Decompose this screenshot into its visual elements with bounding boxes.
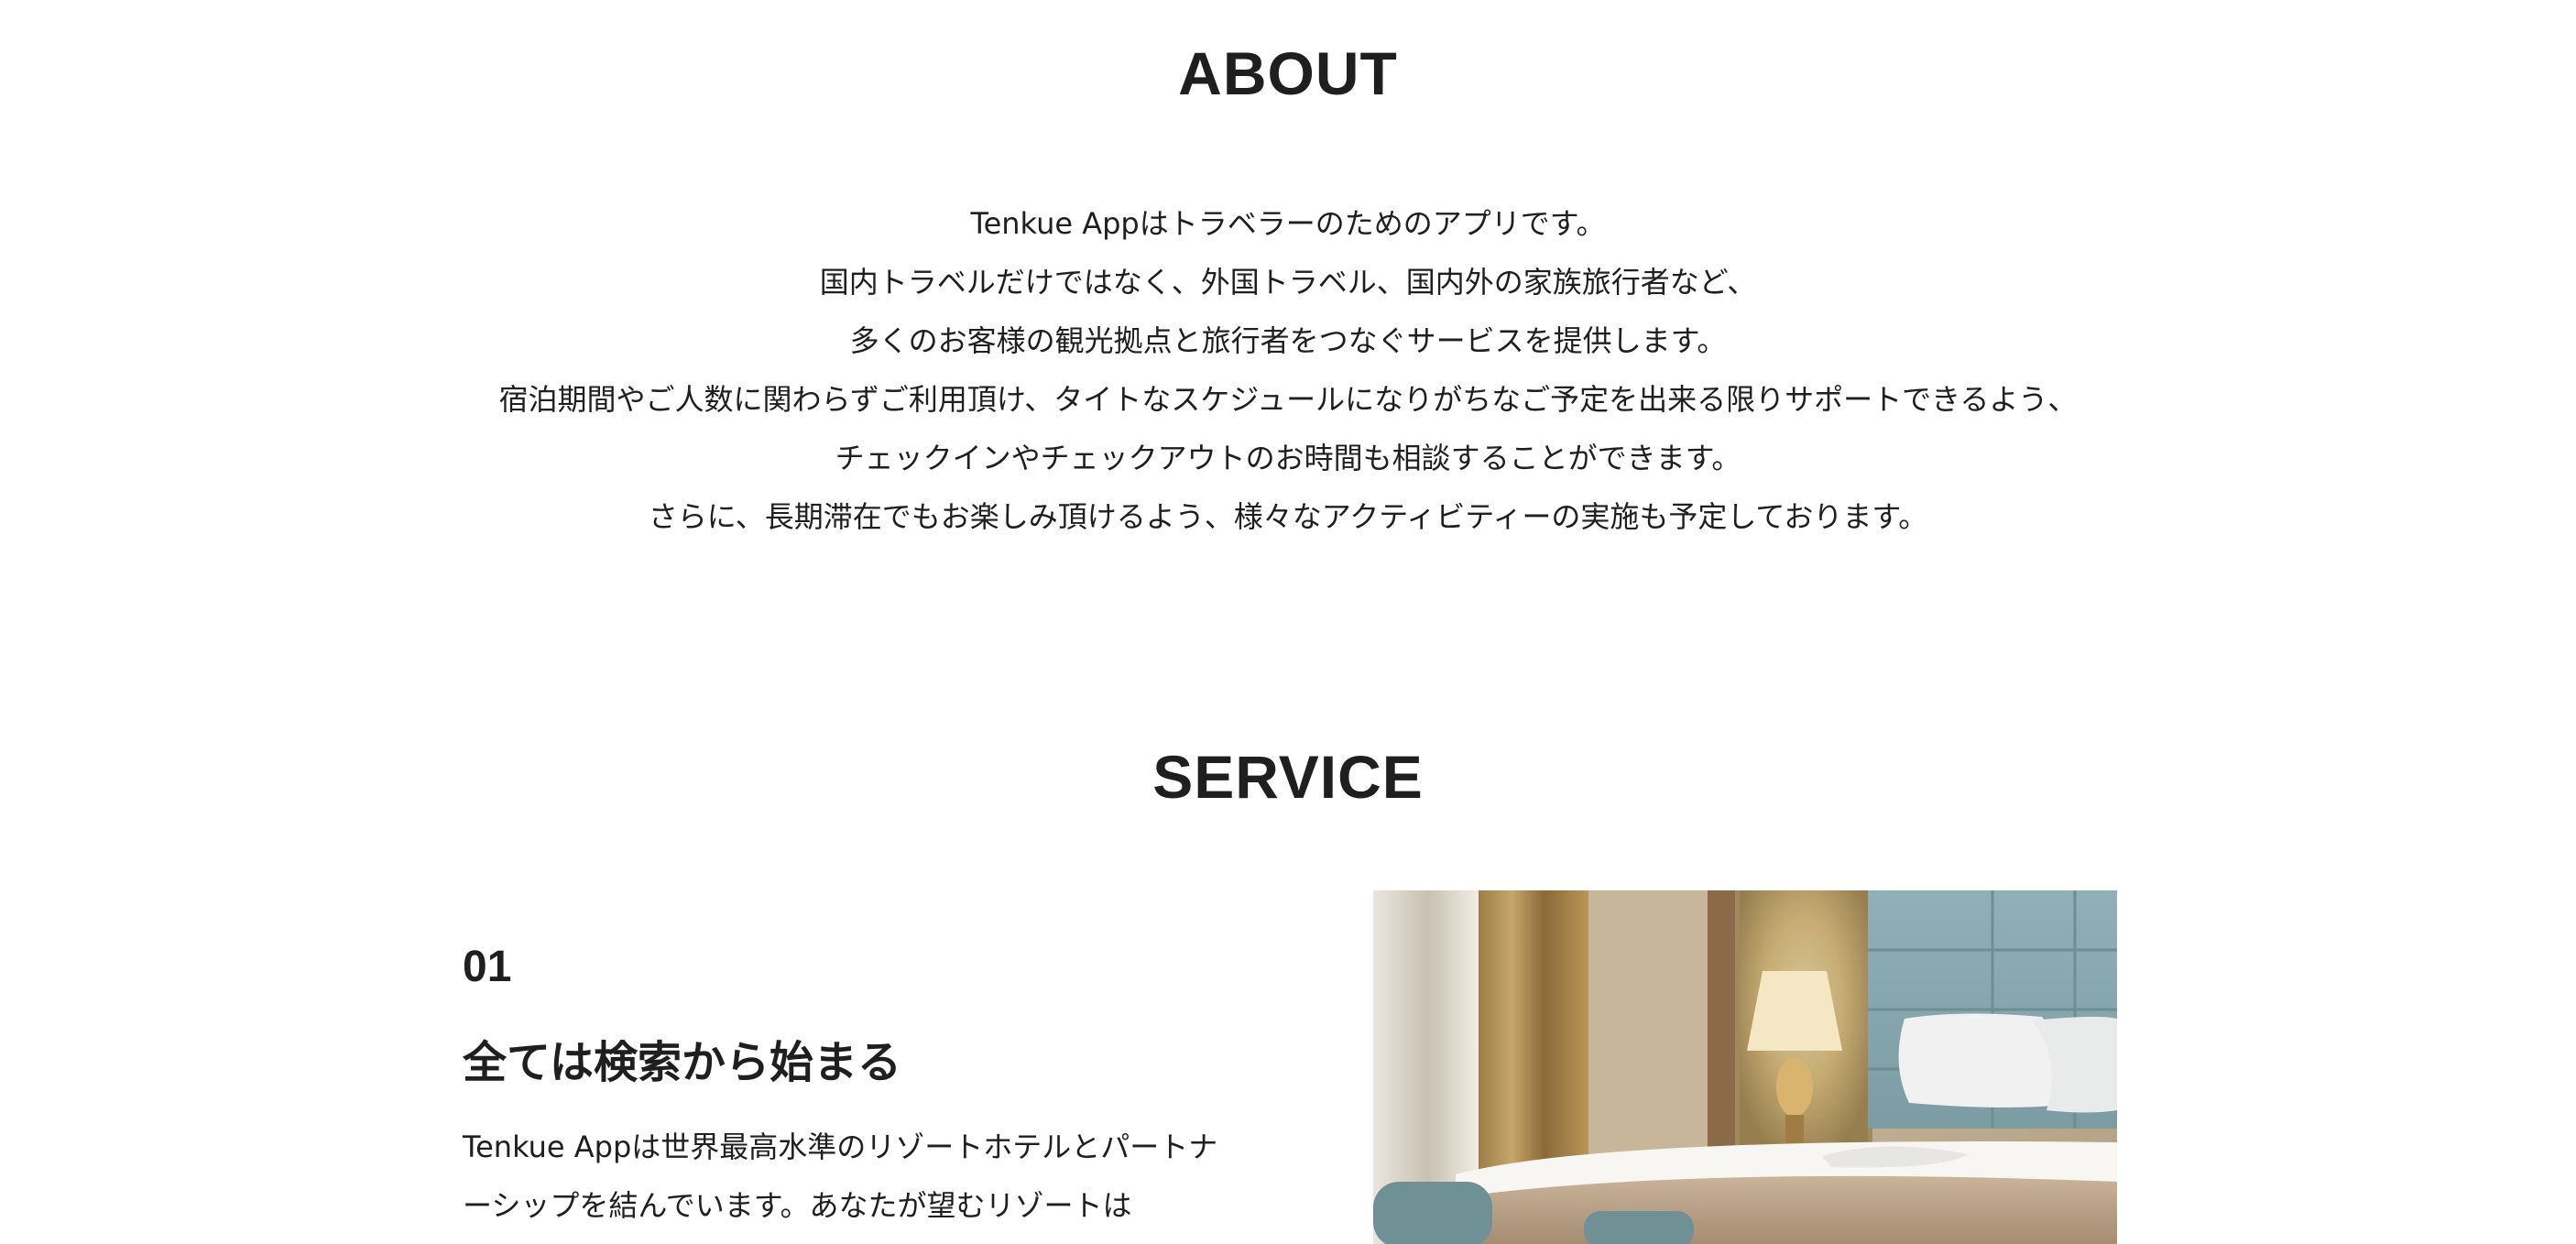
about-line: 多くのお客様の観光拠点と旅行者をつなぐサービスを提供します。 xyxy=(849,323,1727,358)
page: ABOUT Tenkue Appはトラベラーのためのアプリです。 国内トラベルだ… xyxy=(0,0,2576,1244)
about-line: 宿泊期間やご人数に関わらずご利用頂け、タイトなスケジュールになりがちなご予定を出… xyxy=(498,382,2078,417)
hotel-room-image xyxy=(1373,890,2117,1244)
about-title: ABOUT xyxy=(1178,39,1398,107)
about-line: 国内トラベルだけではなく、外国トラベル、国内外の家族旅行者など、 xyxy=(819,265,1757,300)
lamp-shade xyxy=(1747,971,1842,1051)
service-description: Tenkue Appは世界最高水準のリゾートホテルとパートナ ーシップを結んでい… xyxy=(463,1118,1218,1235)
service-number: 01 xyxy=(463,943,512,991)
about-description: Tenkue Appはトラベラーのためのアプリです。 国内トラベルだけではなく、… xyxy=(0,194,2576,546)
about-line: さらに、長期滞在でもお楽しみ頂けるよう、様々なアクティビティーの実施も予定してお… xyxy=(648,499,1928,534)
service-line: Tenkue Appは世界最高水準のリゾートホテルとパートナ xyxy=(463,1129,1218,1164)
service-line: ーシップを結んでいます。あなたが望むリゾートは xyxy=(463,1188,1132,1223)
hotel-room-illustration xyxy=(1373,890,2117,1244)
service-heading: 全ては検索から始まる xyxy=(463,1037,902,1088)
service-title: SERVICE xyxy=(1152,743,1424,811)
about-line: Tenkue Appはトラベラーのためのアプリです。 xyxy=(970,206,1606,241)
about-line: チェックインやチェックアウトのお時間も相談することができます。 xyxy=(835,441,1741,475)
